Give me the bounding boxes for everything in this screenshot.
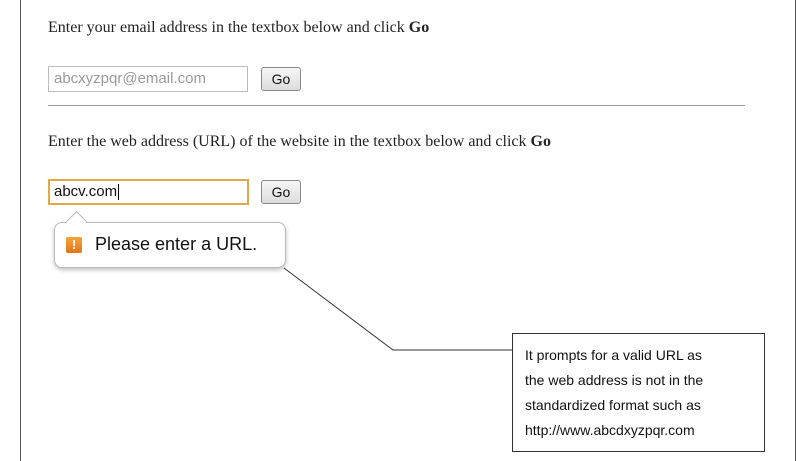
- validation-tooltip: ! Please enter a URL.: [54, 210, 286, 268]
- callout-line: [283, 267, 512, 351]
- annotation-line: It prompts for a valid URL as: [525, 347, 702, 363]
- tooltip-message: Please enter a URL.: [95, 234, 258, 254]
- annotation-box: It prompts for a valid URL as the web ad…: [512, 333, 765, 452]
- warning-icon: !: [66, 237, 82, 253]
- annotation-line: http://www.abcdxyzpqr.com: [525, 422, 695, 438]
- annotation-line: standardized format such as: [525, 397, 701, 413]
- annotation-line: the web address is not in the: [525, 372, 704, 388]
